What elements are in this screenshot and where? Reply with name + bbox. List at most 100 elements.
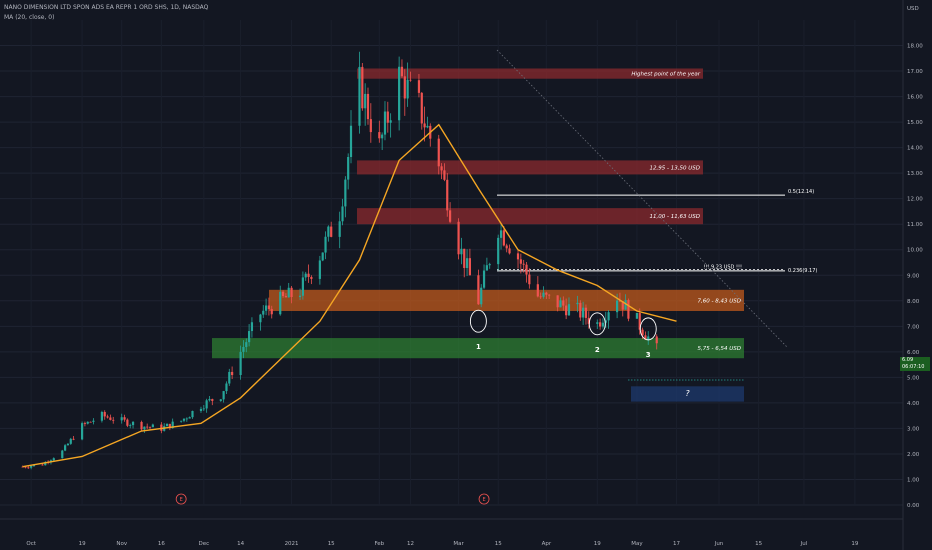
candle-body (497, 237, 500, 265)
candle-body (582, 307, 585, 318)
candle-body (440, 166, 443, 171)
chart-screen: 0.00 1.00 2.00 3.00 4.00 5.00 6.00 7.00 8.00 9.00… (0, 0, 932, 550)
x-tick-label: May (631, 541, 643, 547)
x-tick-label: 14 (237, 541, 244, 547)
candle-body (647, 336, 650, 340)
fib-level-label: 0.5(12.14) (788, 189, 814, 195)
candle-body (284, 296, 288, 298)
candle-body (403, 76, 406, 99)
bar-countdown: 06:07:10 (902, 364, 925, 370)
candle-body (143, 426, 146, 430)
candle-body (239, 351, 242, 376)
x-tick-label: Apr (542, 541, 552, 547)
zone-label: 12,95 - 13,50 USD (650, 165, 700, 171)
target-level-label: !!! 9,23 USD !!! (703, 264, 742, 270)
candle-body (242, 346, 245, 352)
candle-body (525, 264, 528, 275)
candle-body (304, 273, 307, 278)
y-tick-label: 13.00 (907, 171, 923, 177)
x-tick-label: 2021 (285, 541, 299, 547)
candle-body (369, 119, 372, 133)
last-price: 6.09 (902, 357, 914, 363)
candle-body (516, 253, 520, 260)
x-tick-label: 19 (851, 541, 858, 547)
y-tick-label: 17.00 (907, 69, 923, 75)
candle-body (86, 421, 89, 424)
candle-body (556, 295, 559, 308)
candle-body (318, 260, 321, 279)
candle-body (596, 322, 599, 324)
candle-body (446, 179, 449, 211)
candle-body (165, 423, 169, 427)
price-zone (269, 289, 744, 311)
x-tick-label: 19 (79, 541, 86, 547)
candle-body (103, 411, 106, 417)
y-tick-label: 16.00 (907, 95, 923, 101)
marker-label: 2 (595, 346, 600, 354)
y-tick-label: 12.00 (907, 197, 923, 203)
indicator-legend[interactable]: MA (20, close, 0) (4, 14, 54, 21)
x-tick-label: Jun (714, 541, 724, 547)
candle-body (72, 438, 75, 440)
candle-body (281, 291, 285, 297)
candle-body (406, 79, 409, 99)
candle-body (465, 258, 469, 268)
candle-body (92, 420, 95, 422)
x-tick-label: Mar (453, 541, 464, 547)
candle-body (499, 230, 503, 238)
candle-body (279, 291, 282, 315)
candle-body (327, 226, 330, 237)
candle-body (480, 287, 483, 305)
candle-body (123, 417, 126, 420)
candle-body (148, 426, 152, 428)
candle-body (112, 419, 115, 421)
y-tick-label: 18.00 (907, 44, 923, 50)
candle-body (505, 245, 508, 249)
y-tick-label: 4.00 (907, 401, 920, 407)
candle-body (607, 312, 610, 321)
candle-body (338, 221, 341, 237)
candle-body (264, 305, 268, 311)
candle-body (562, 300, 565, 306)
candle-body (199, 408, 203, 411)
x-tick-label: 17 (673, 541, 680, 547)
candle-body (298, 295, 302, 298)
candle-body (576, 302, 579, 305)
candle-body (307, 273, 310, 277)
x-tick-label: Feb (374, 541, 384, 547)
candle-body (120, 417, 123, 421)
candle-body (519, 259, 522, 264)
candle-body (301, 277, 304, 296)
candle-body (225, 383, 228, 392)
candle-body (100, 411, 104, 421)
fib-level-label: 0.236(9.17) (788, 268, 817, 274)
candle-body (522, 263, 525, 265)
candle-body (129, 425, 132, 426)
x-tick-label: 16 (158, 541, 165, 547)
y-tick-label: 1.00 (907, 477, 920, 483)
candle-body (259, 314, 262, 323)
candle-body (208, 399, 211, 401)
candle-body (347, 156, 350, 180)
currency-label: USD (907, 6, 919, 12)
zone-label: 7,60 - 8,43 USD (698, 298, 741, 304)
candle-body (83, 423, 87, 424)
candle-body (437, 138, 440, 167)
candle-body (89, 421, 92, 423)
price-chart[interactable]: 0.00 1.00 2.00 3.00 4.00 5.00 6.00 7.00 8.00 9.00… (0, 0, 932, 550)
candle-body (30, 465, 33, 468)
candle-body (545, 292, 548, 295)
x-tick-label: Nov (116, 541, 127, 547)
candle-body (341, 206, 344, 222)
candle-body (508, 248, 511, 254)
symbol-legend[interactable]: NANO DIMENSION LTD SPON ADS EA REPR 1 OR… (4, 4, 208, 11)
x-tick-label: 12 (407, 541, 414, 547)
candle-body (655, 336, 658, 344)
candle-body (267, 305, 271, 310)
candle-body (228, 371, 231, 384)
candle-body (536, 284, 539, 297)
candle-body (270, 309, 273, 315)
candle-body (468, 258, 471, 276)
candle-body (420, 92, 423, 124)
candle-body (330, 226, 333, 237)
